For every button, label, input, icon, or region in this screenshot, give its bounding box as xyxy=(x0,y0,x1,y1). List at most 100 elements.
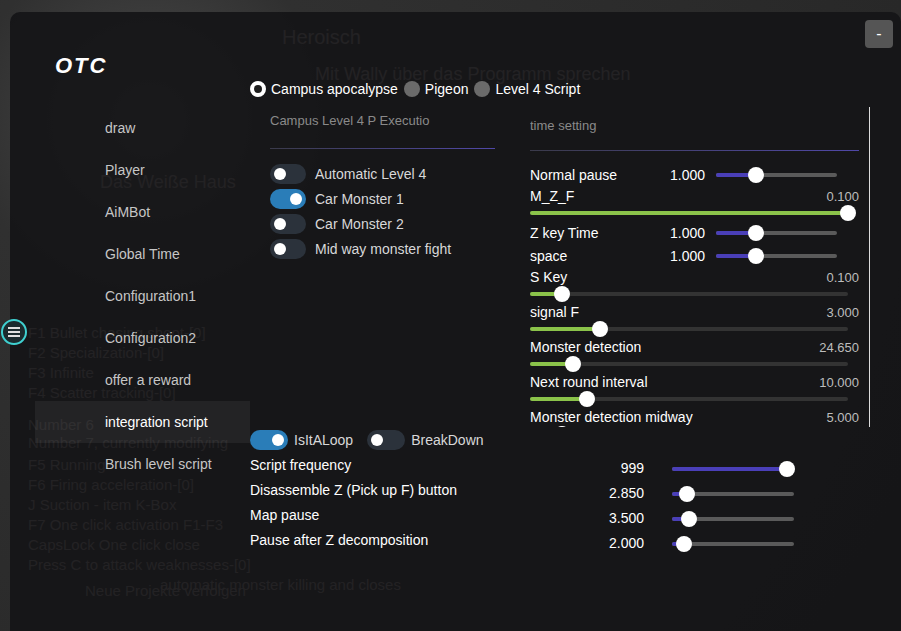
sidebar-menu: drawPlayerAiMBotGlobal TimeConfiguration… xyxy=(10,107,250,485)
radio-icon xyxy=(474,81,490,97)
setting-value: 24.650 xyxy=(819,340,859,355)
setting-label: M_Z_F xyxy=(530,188,826,204)
setting-value: 1.000 xyxy=(665,248,705,264)
slider-thumb[interactable] xyxy=(565,356,581,372)
toggle-knob xyxy=(290,193,302,205)
toggle-switch[interactable] xyxy=(367,430,405,450)
menu-icon[interactable] xyxy=(0,318,28,346)
setting-row: S Key 0.100 xyxy=(530,267,859,302)
toggle-label: Car Monster 2 xyxy=(315,216,404,232)
setting-value: 10.000 xyxy=(819,375,859,390)
setting-label: Disassemble Z (Pick up F) button xyxy=(250,477,550,502)
sidebar-item[interactable]: Configuration2 xyxy=(10,317,250,359)
setting-header: M_Z_F 0.100 xyxy=(530,186,859,206)
slider-thumb[interactable] xyxy=(679,486,695,502)
slider-thumb[interactable] xyxy=(840,205,856,221)
slider[interactable] xyxy=(530,292,848,296)
logo: OTC xyxy=(55,55,250,77)
setting-label: Z key Time xyxy=(530,225,654,241)
setting-row: Normal pause 1.000 xyxy=(530,163,859,186)
sidebar: OTC drawPlayerAiMBotGlobal TimeConfigura… xyxy=(10,12,250,631)
slider-thumb[interactable] xyxy=(681,511,697,527)
setting-value: 5.000 xyxy=(826,410,859,425)
setting-label: Pause after Z decomposition xyxy=(250,527,550,552)
toggle-label: Car Monster 1 xyxy=(315,191,404,207)
toggle-label: BreakDown xyxy=(411,432,483,448)
sidebar-item[interactable]: AiMBot xyxy=(10,191,250,233)
toggle-switch[interactable] xyxy=(270,189,306,209)
toggle-switch[interactable] xyxy=(250,430,288,450)
setting-label: Script frequency xyxy=(250,452,550,477)
toggle-row[interactable]: Automatic Level 4 xyxy=(270,161,495,186)
setting-row: Z key Time 1.000 xyxy=(530,221,859,244)
toggle-row[interactable]: Car Monster 1 xyxy=(270,186,495,211)
sidebar-item[interactable]: Player xyxy=(10,149,250,191)
setting-value: 3.000 xyxy=(826,305,859,320)
slider-thumb[interactable] xyxy=(748,248,764,264)
slider[interactable] xyxy=(716,231,837,235)
toggle-row[interactable]: Car Monster 2 xyxy=(270,211,495,236)
script-tab-label: Level 4 Script xyxy=(495,81,580,97)
toggle-knob xyxy=(371,434,383,446)
toggle-switch[interactable] xyxy=(270,214,306,234)
slider[interactable] xyxy=(672,542,794,546)
sidebar-item[interactable]: integration script xyxy=(35,401,250,443)
sidebar-item[interactable]: Brush level script xyxy=(10,443,250,485)
setting-row: Monster detection midway 5.000 xyxy=(530,407,859,427)
slider[interactable] xyxy=(672,467,794,471)
slider[interactable] xyxy=(530,327,848,331)
slider-thumb[interactable] xyxy=(579,391,595,407)
setting-value: 1.000 xyxy=(665,225,705,241)
slider[interactable] xyxy=(672,517,794,521)
setting-row: Next round interval 10.000 xyxy=(530,372,859,407)
setting-header: Next round interval 10.000 xyxy=(530,372,859,392)
setting-row: signal F 3.000 xyxy=(530,302,859,337)
sidebar-item[interactable]: draw xyxy=(10,107,250,149)
toggle-row[interactable]: IsItALoop xyxy=(250,430,353,450)
loop-toggles: IsItALoop BreakDown xyxy=(250,430,901,450)
sidebar-item[interactable]: offer a reward xyxy=(10,359,250,401)
slider[interactable] xyxy=(716,254,837,258)
slider[interactable] xyxy=(530,397,848,401)
slider-thumb[interactable] xyxy=(592,321,608,337)
script-tab-label: Campus apocalypse xyxy=(271,81,398,97)
section-title: time setting xyxy=(530,107,859,151)
content: Campus apocalypse Pigeon Level 4 Script … xyxy=(250,12,901,631)
slider-thumb[interactable] xyxy=(676,536,692,552)
slider-thumb[interactable] xyxy=(554,426,570,427)
setting-label: S Key xyxy=(530,269,826,285)
slider-thumb[interactable] xyxy=(779,461,795,477)
setting-row: Monster detection 24.650 xyxy=(530,337,859,372)
toggle-knob xyxy=(274,168,286,180)
toggle-switch[interactable] xyxy=(270,239,306,259)
slider[interactable] xyxy=(672,492,794,496)
setting-header: Monster detection 24.650 xyxy=(530,337,859,357)
slider[interactable] xyxy=(716,173,837,177)
slider-fill xyxy=(530,327,600,331)
slider-thumb[interactable] xyxy=(748,167,764,183)
setting-row: space 1.000 xyxy=(530,244,859,267)
toggle-row[interactable]: BreakDown xyxy=(367,430,483,450)
setting-label: Next round interval xyxy=(530,374,819,390)
script-tab[interactable]: Pigeon xyxy=(404,81,469,97)
script-tab[interactable]: Level 4 Script xyxy=(474,81,580,97)
toggle-knob xyxy=(274,243,286,255)
setting-label: Monster detection midway xyxy=(530,409,826,425)
toggle-switch[interactable] xyxy=(270,164,306,184)
toggle-label: Automatic Level 4 xyxy=(315,166,426,182)
slider[interactable] xyxy=(530,362,848,366)
slider[interactable] xyxy=(530,211,848,215)
setting-label: Normal pause xyxy=(530,167,654,183)
slider-thumb[interactable] xyxy=(748,225,764,241)
cheat-menu-window: - OTC drawPlayerAiMBotGlobal TimeConfigu… xyxy=(10,12,901,631)
sidebar-item[interactable]: Configuration1 xyxy=(10,275,250,317)
sidebar-item[interactable]: Global Time xyxy=(10,233,250,275)
script-tab[interactable]: Campus apocalypse xyxy=(250,81,398,97)
radio-icon xyxy=(404,81,420,97)
toggle-row[interactable]: Mid way monster fight xyxy=(270,236,495,261)
setting-header: S Key 0.100 xyxy=(530,267,859,287)
slider-thumb[interactable] xyxy=(554,286,570,302)
setting-row: M_Z_F 0.100 xyxy=(530,186,859,221)
time-settings: time setting Normal pause 1.000 M_Z_F 0.… xyxy=(530,107,870,427)
minimize-button[interactable]: - xyxy=(865,20,893,48)
